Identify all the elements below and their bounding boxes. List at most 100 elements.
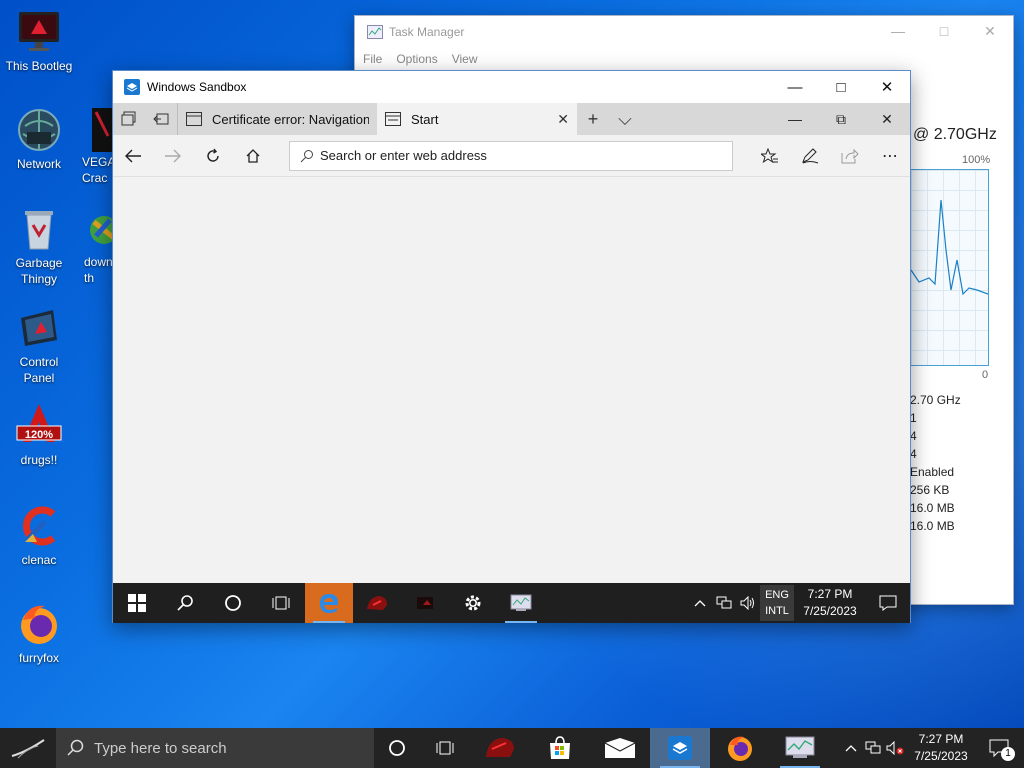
close-tab-icon[interactable]: ✕ — [557, 111, 569, 128]
graph-min-label: 0 — [982, 369, 989, 381]
firefox-icon — [728, 736, 752, 761]
desktop-icon-download[interactable]: down th — [80, 210, 118, 286]
more-menu-button[interactable]: ⋯ — [870, 136, 910, 176]
volume-icon[interactable] — [736, 596, 760, 610]
stat-base-speed: 2.70 GHz — [910, 393, 961, 407]
language-code: ENG — [765, 589, 789, 601]
edge-page-content[interactable] — [113, 177, 910, 583]
forward-button[interactable] — [153, 136, 193, 176]
tab-certificate-error[interactable]: Certificate error: Navigation — [177, 103, 377, 135]
page-icon — [385, 112, 401, 126]
drugs-badge-text: 120% — [24, 429, 54, 441]
desktop-icon-control-panel[interactable]: Control Panel — [1, 304, 77, 386]
desktop-icon-this-bootleg[interactable]: This Bootleg — [1, 8, 77, 74]
set-aside-icon — [153, 113, 169, 125]
desktop-icon-label: Control Panel — [19, 355, 59, 385]
notification-count-badge: 1 — [1001, 747, 1015, 761]
sandbox-start-button[interactable] — [113, 583, 161, 623]
action-center-button[interactable]: 1 — [976, 739, 1024, 761]
show-hidden-icons-chevron-icon[interactable] — [688, 599, 712, 607]
network-icon[interactable] — [712, 596, 736, 610]
home-button[interactable] — [233, 136, 273, 176]
sandbox-taskbar: ENG INTL 7:27 PM 7/25/2023 — [113, 583, 910, 623]
maximize-button[interactable]: □ — [921, 16, 967, 46]
taskbar-mail-button[interactable] — [590, 728, 650, 768]
sandbox-app-button-2[interactable] — [401, 583, 449, 623]
share-icon — [841, 148, 859, 163]
desktop-icon-label: VEGA Crac — [82, 155, 116, 185]
sandbox-cortana-button[interactable] — [209, 583, 257, 623]
sandbox-minimize-button[interactable]: — — [772, 71, 818, 103]
firefox-icon — [15, 600, 63, 648]
clock-date: 7/25/2023 — [803, 604, 857, 618]
edge-tab-strip: Certificate error: Navigation Start ✕ + … — [113, 103, 910, 135]
stat-l3-cache: 16.0 MB — [910, 519, 955, 533]
show-hidden-icons-chevron-icon[interactable] — [840, 744, 862, 752]
sandbox-search-button[interactable] — [161, 583, 209, 623]
sandbox-icon — [668, 736, 692, 760]
menu-options[interactable]: Options — [396, 48, 437, 70]
taskbar-search-box[interactable]: Type here to search — [56, 728, 374, 768]
refresh-button[interactable] — [193, 136, 233, 176]
search-icon — [300, 149, 313, 162]
cortana-button[interactable] — [374, 728, 420, 768]
sandbox-action-center-button[interactable] — [866, 595, 910, 611]
web-note-button[interactable] — [790, 136, 830, 176]
stat-l2-cache: 16.0 MB — [910, 501, 955, 515]
ccleaner-icon — [15, 502, 63, 550]
volume-muted-icon[interactable] — [884, 741, 906, 755]
desktop-icon-network[interactable]: Network — [1, 106, 77, 172]
desktop-icon-clenac[interactable]: clenac — [1, 502, 77, 568]
back-arrow-icon — [125, 149, 141, 162]
tab-preview-button[interactable] — [113, 103, 145, 135]
menu-view[interactable]: View — [452, 48, 478, 70]
address-bar[interactable] — [289, 140, 733, 171]
sandbox-settings-button[interactable] — [449, 583, 497, 623]
sandbox-maximize-button[interactable]: □ — [818, 71, 864, 103]
favorites-icon — [761, 147, 778, 163]
tab-start[interactable]: Start ✕ — [377, 103, 577, 135]
address-input[interactable] — [320, 148, 732, 163]
sandbox-close-button[interactable]: ✕ — [864, 71, 910, 103]
taskbar-sandbox-button[interactable] — [650, 728, 710, 768]
taskbar-task-manager-button[interactable] — [770, 728, 830, 768]
edge-minimize-button[interactable]: — — [772, 103, 818, 135]
search-placeholder: Type here to search — [94, 739, 227, 757]
sandbox-clock[interactable]: 7:27 PM 7/25/2023 — [794, 586, 866, 620]
home-icon — [246, 148, 260, 163]
desktop-icon-vega[interactable]: VEGA Crac — [72, 106, 116, 186]
windows-logo-icon — [128, 594, 146, 612]
favorites-hub-button[interactable] — [750, 136, 790, 176]
desktop-icon-drugs[interactable]: 120% drugs!! — [1, 402, 77, 468]
task-view-button[interactable] — [420, 728, 470, 768]
taskbar-rog-app-button[interactable] — [470, 728, 530, 768]
gear-icon — [465, 595, 481, 611]
taskbar-clock[interactable]: 7:27 PM 7/25/2023 — [906, 731, 976, 765]
start-button[interactable] — [0, 728, 56, 768]
taskbar-firefox-button[interactable] — [710, 728, 770, 768]
minimize-button[interactable]: — — [875, 16, 921, 46]
set-tabs-aside-button[interactable] — [145, 103, 177, 135]
desktop-icon-label: clenac — [21, 553, 57, 567]
close-button[interactable]: ✕ — [967, 16, 1013, 46]
share-button[interactable] — [830, 136, 870, 176]
sandbox-task-view-button[interactable] — [257, 583, 305, 623]
input-language-indicator[interactable]: ENG INTL — [760, 585, 794, 621]
sandbox-app-button-1[interactable] — [353, 583, 401, 623]
sandbox-edge-taskbar-button[interactable] — [305, 583, 353, 623]
menu-file[interactable]: File — [363, 48, 382, 70]
edge-restore-button[interactable]: ⧉ — [818, 103, 864, 135]
alcohol-120-icon: 120% — [15, 402, 63, 450]
new-tab-button[interactable]: + — [577, 109, 609, 130]
windows-sandbox-window[interactable]: Windows Sandbox — □ ✕ Certificate error:… — [112, 70, 911, 623]
tab-list-chevron-icon[interactable]: ⌵ — [609, 109, 641, 130]
desktop-icon-garbage[interactable]: Garbage Thingy — [1, 205, 77, 287]
sandbox-task-manager-button[interactable] — [497, 583, 545, 623]
back-button[interactable] — [113, 136, 153, 176]
edge-close-button[interactable]: ✕ — [864, 103, 910, 135]
taskbar-store-button[interactable] — [530, 728, 590, 768]
stat-logical-processors: 4 — [910, 447, 917, 461]
network-icon[interactable] — [862, 741, 884, 755]
download-manager-icon — [80, 210, 118, 254]
desktop-icon-furryfox[interactable]: furryfox — [1, 600, 77, 666]
